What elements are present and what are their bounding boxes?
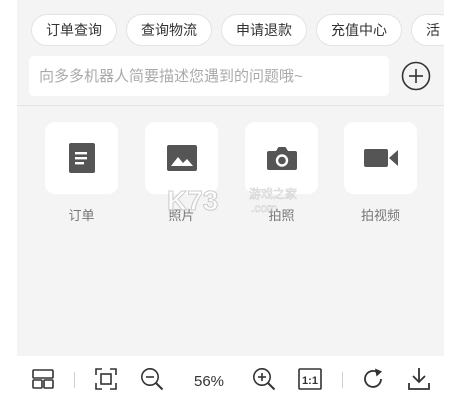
add-attachment-button[interactable] [401, 61, 431, 91]
zoom-out-icon [141, 368, 164, 391]
rotate-icon [364, 368, 382, 388]
quick-reply-recharge[interactable]: 充值中心 [316, 14, 402, 46]
watermark-brand: K73 [167, 185, 218, 216]
download-button[interactable] [406, 366, 432, 392]
actual-size-icon: 1:1 [298, 368, 322, 390]
fit-screen-icon [95, 368, 117, 390]
tool-order-button[interactable] [45, 122, 118, 194]
quick-reply-order-query[interactable]: 订单查询 [31, 14, 117, 46]
image-icon [166, 145, 197, 171]
zoom-in-icon [253, 368, 276, 391]
actual-size-button[interactable]: 1:1 [296, 366, 324, 392]
quick-reply-refund[interactable]: 申请退款 [221, 14, 307, 46]
layout-grid-icon [32, 369, 54, 389]
divider [17, 105, 444, 106]
camera-icon [266, 147, 297, 170]
thumbnails-button[interactable] [30, 366, 56, 392]
document-icon [68, 143, 95, 173]
message-input[interactable] [29, 56, 389, 96]
fit-to-screen-button[interactable] [93, 366, 119, 392]
tool-video-button[interactable] [344, 122, 417, 194]
quick-reply-bar: 订单查询 查询物流 申请退款 充值中心 活 [31, 14, 444, 46]
plus-circle-icon [401, 61, 431, 91]
actual-size-label: 1:1 [302, 375, 318, 387]
viewer-toolbar: 56% 1:1 [0, 356, 461, 400]
zoom-in-button[interactable] [251, 366, 277, 392]
zoom-level: 56% [193, 373, 225, 390]
download-icon [408, 368, 430, 390]
quick-reply-track-shipping[interactable]: 查询物流 [126, 14, 212, 46]
watermark-domain: .com [251, 201, 277, 215]
video-camera-icon [363, 149, 398, 167]
watermark-site-text: 游戏之家 [249, 186, 297, 201]
quick-reply-activity[interactable]: 活 [411, 14, 444, 46]
toolbar-separator [74, 372, 75, 388]
tool-order-label: 订单 [68, 208, 95, 223]
message-input-box[interactable] [29, 56, 389, 96]
zoom-out-button[interactable] [139, 366, 165, 392]
rotate-button[interactable] [360, 366, 386, 392]
tool-video-label: 拍视频 [360, 208, 400, 223]
chat-panel: 订单查询 查询物流 申请退款 充值中心 活 订单 照片 [17, 0, 444, 356]
watermark-logo: K73 游戏之家 .com [167, 185, 297, 217]
toolbar-separator [342, 372, 343, 388]
